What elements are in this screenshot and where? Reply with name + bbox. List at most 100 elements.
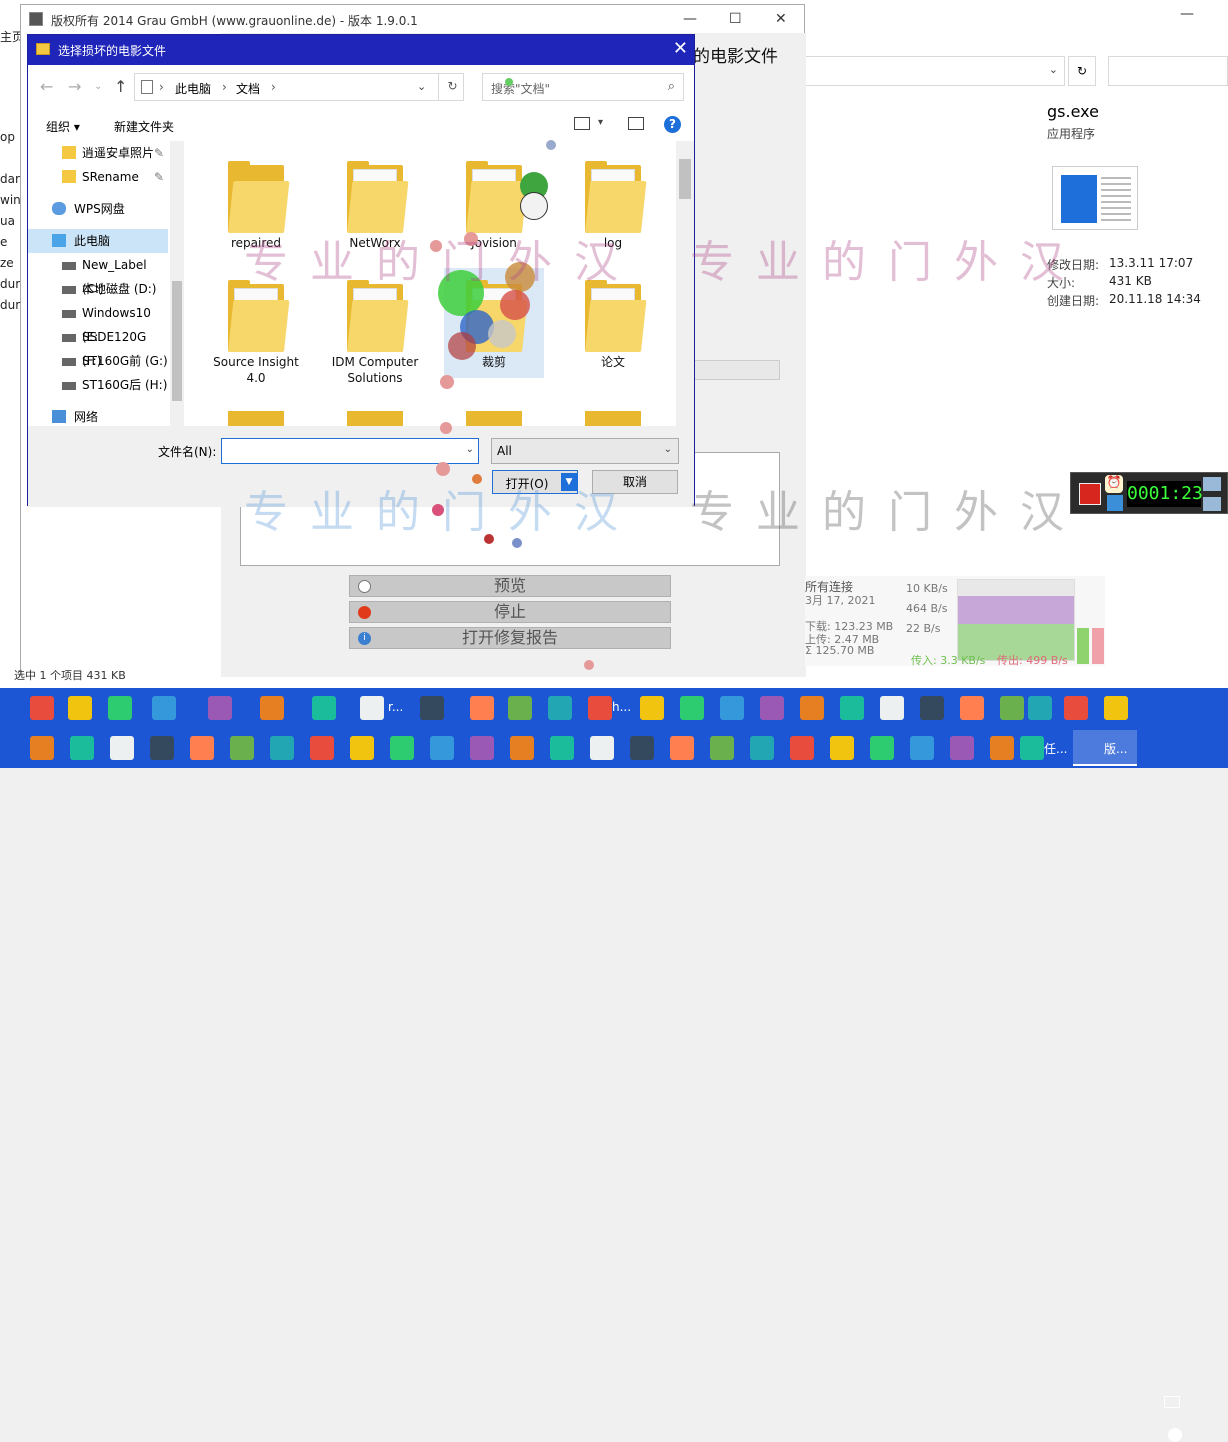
taskbar-app-icon[interactable] bbox=[108, 696, 132, 720]
taskbar-app-icon[interactable] bbox=[110, 736, 134, 760]
taskbar-app-icon[interactable] bbox=[760, 696, 784, 720]
taskbar-app-icon[interactable] bbox=[550, 736, 574, 760]
taskbar-item-label[interactable]: 版... bbox=[1104, 740, 1127, 757]
taskbar-app-icon[interactable] bbox=[640, 696, 664, 720]
taskbar-app-icon[interactable] bbox=[390, 736, 414, 760]
new-folder-button[interactable]: 新建文件夹 bbox=[114, 118, 174, 135]
taskbar-app-icon[interactable] bbox=[30, 696, 54, 720]
filetype-select[interactable]: All ⌄ bbox=[491, 438, 679, 464]
nav-item-drive[interactable]: Windows10 (E: bbox=[28, 301, 168, 344]
explorer-refresh-button[interactable]: ↻ bbox=[1068, 56, 1096, 86]
taskbar-app-icon[interactable] bbox=[152, 696, 176, 720]
filename-input[interactable]: ⌄ bbox=[221, 438, 479, 464]
forward-arrow-icon[interactable]: → bbox=[68, 77, 81, 96]
speaker-icon[interactable] bbox=[1203, 477, 1221, 491]
taskbar-app-icon[interactable] bbox=[590, 736, 614, 760]
taskbar-app-icon[interactable] bbox=[360, 696, 384, 720]
dialog-address-bar[interactable]: › 此电脑 › 文档 › ⌄ bbox=[134, 73, 464, 101]
taskbar-app-icon[interactable] bbox=[270, 736, 294, 760]
taskbar-app-icon[interactable] bbox=[208, 696, 232, 720]
nav-item-drive[interactable]: SSDE120G (F:) bbox=[28, 325, 168, 368]
breadcrumb-item[interactable]: 文档 bbox=[236, 80, 260, 97]
taskbar-app-icon[interactable] bbox=[910, 736, 934, 760]
taskbar-app-icon[interactable] bbox=[430, 736, 454, 760]
chevron-down-icon[interactable]: ▾ bbox=[598, 117, 603, 128]
taskbar-app-icon[interactable] bbox=[68, 696, 92, 720]
chevron-down-icon[interactable]: ⌄ bbox=[466, 444, 474, 455]
nav-item-folder[interactable]: 逍遥安卓照片 ✎ bbox=[28, 141, 168, 165]
dialog-search-input[interactable]: 搜索"文档" ⌕ bbox=[482, 73, 684, 101]
taskbar-app-icon[interactable] bbox=[508, 696, 532, 720]
taskbar-app-icon[interactable] bbox=[510, 736, 534, 760]
taskbar-app-icon[interactable] bbox=[670, 736, 694, 760]
back-arrow-icon[interactable]: ← bbox=[40, 77, 53, 96]
chevron-down-icon[interactable]: ⌄ bbox=[94, 81, 102, 92]
taskbar-app-icon[interactable] bbox=[470, 736, 494, 760]
taskbar-app-icon[interactable] bbox=[548, 696, 572, 720]
taskbar-app-icon[interactable] bbox=[1020, 736, 1044, 760]
taskbar-app-icon[interactable] bbox=[70, 736, 94, 760]
taskbar-app-icon[interactable] bbox=[350, 736, 374, 760]
network-tray-icon[interactable] bbox=[1164, 1396, 1180, 1408]
taskbar-app-icon[interactable] bbox=[990, 736, 1014, 760]
taskbar-app-icon[interactable] bbox=[830, 736, 854, 760]
taskbar-app-icon[interactable] bbox=[950, 736, 974, 760]
close-icon[interactable]: ✕ bbox=[673, 38, 688, 59]
minimize-icon[interactable]: — bbox=[683, 11, 697, 27]
explorer-address-bar[interactable]: ⌄ bbox=[805, 56, 1065, 86]
taskbar-item-label[interactable]: 任... bbox=[1044, 740, 1067, 757]
breadcrumb-item[interactable]: 此电脑 bbox=[175, 80, 211, 97]
taskbar-app-icon[interactable] bbox=[30, 736, 54, 760]
taskbar-app-icon[interactable] bbox=[588, 696, 612, 720]
taskbar-app-icon[interactable] bbox=[1104, 696, 1128, 720]
alarm-clock-icon[interactable]: ⏰ bbox=[1105, 475, 1123, 493]
maximize-icon[interactable]: ☐ bbox=[729, 11, 742, 27]
taskbar-app-icon[interactable] bbox=[190, 736, 214, 760]
nav-item-wps[interactable]: WPS网盘 bbox=[28, 197, 168, 221]
nav-item-drive[interactable]: ST160G前 (G:) bbox=[28, 349, 168, 373]
preview-button[interactable]: 预览 bbox=[349, 575, 671, 597]
taskbar-app-icon[interactable] bbox=[960, 696, 984, 720]
close-icon[interactable]: ✕ bbox=[775, 11, 787, 27]
microphone-icon[interactable] bbox=[1203, 497, 1221, 511]
nav-item-drive[interactable]: ST160G后 (H:) bbox=[28, 373, 168, 397]
taskbar-app-icon[interactable] bbox=[680, 696, 704, 720]
view-options-icon[interactable] bbox=[574, 117, 590, 130]
taskbar-app-icon[interactable] bbox=[150, 736, 174, 760]
taskbar-app-icon[interactable] bbox=[800, 696, 824, 720]
explorer-search-input[interactable] bbox=[1108, 56, 1228, 86]
minimize-icon[interactable]: — bbox=[1180, 6, 1194, 22]
refresh-button[interactable]: ↻ bbox=[438, 73, 466, 101]
taskbar-app-icon[interactable] bbox=[230, 736, 254, 760]
taskbar-app-icon[interactable] bbox=[1000, 696, 1024, 720]
organize-menu[interactable]: 组织 ▾ bbox=[46, 118, 80, 135]
taskbar-item-label[interactable]: r... bbox=[388, 700, 403, 714]
nav-scrollbar[interactable] bbox=[170, 141, 184, 426]
pause-button[interactable] bbox=[1107, 495, 1123, 511]
taskbar-app-icon[interactable] bbox=[420, 696, 444, 720]
nav-item-this-pc[interactable]: 此电脑 bbox=[28, 229, 168, 253]
taskbar-app-icon[interactable] bbox=[790, 736, 814, 760]
taskbar-item-label[interactable]: h... bbox=[612, 700, 631, 714]
open-report-button[interactable]: i 打开修复报告 bbox=[349, 627, 671, 649]
taskbar-app-icon[interactable] bbox=[470, 696, 494, 720]
taskbar-app-icon[interactable] bbox=[310, 736, 334, 760]
taskbar-app-icon[interactable] bbox=[720, 696, 744, 720]
nav-item-drive[interactable]: New_Label (C:) bbox=[28, 253, 168, 296]
taskbar-app-icon[interactable] bbox=[312, 696, 336, 720]
up-arrow-icon[interactable]: ↑ bbox=[114, 77, 127, 96]
taskbar-app-icon[interactable] bbox=[1028, 696, 1052, 720]
taskbar-app-icon[interactable] bbox=[840, 696, 864, 720]
taskbar-app-icon[interactable] bbox=[710, 736, 734, 760]
preview-pane-icon[interactable] bbox=[628, 117, 644, 130]
help-icon[interactable]: ? bbox=[664, 116, 681, 133]
taskbar-app-icon[interactable] bbox=[630, 736, 654, 760]
stop-button[interactable]: 停止 bbox=[349, 601, 671, 623]
nav-item-folder[interactable]: SRename ✎ bbox=[28, 165, 168, 189]
action-center-icon[interactable] bbox=[1168, 1428, 1182, 1442]
taskbar-app-icon[interactable] bbox=[1064, 696, 1088, 720]
taskbar-app-icon[interactable] bbox=[880, 696, 904, 720]
chevron-down-icon[interactable]: ⌄ bbox=[1049, 63, 1058, 76]
nav-item-drive[interactable]: 本地磁盘 (D:) bbox=[28, 277, 168, 301]
taskbar-app-icon[interactable] bbox=[870, 736, 894, 760]
